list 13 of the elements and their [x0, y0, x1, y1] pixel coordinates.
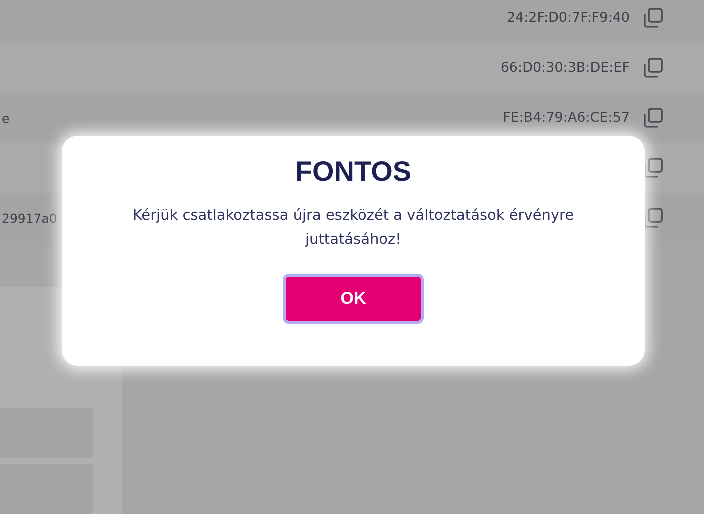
mac-address: FE:B4:79:A6:CE:57: [502, 110, 630, 126]
dialog-title: FONTOS: [295, 156, 412, 188]
copy-icon[interactable]: [642, 207, 664, 229]
dialog-message: Kérjük csatlakoztassa újra eszközét a változtatások érvényre juttatásához!: [132, 207, 576, 250]
copy-icon[interactable]: [642, 107, 664, 129]
device-name: 29917a0: [2, 210, 58, 226]
ok-button[interactable]: OK: [283, 274, 424, 324]
device-name: e: [2, 110, 10, 126]
copy-icon[interactable]: [642, 7, 664, 29]
copy-icon[interactable]: [642, 57, 664, 79]
mac-address: 66:D0:30:3B:DE:EF: [500, 60, 630, 76]
copy-icon[interactable]: [642, 157, 664, 179]
mac-address: 24:2F:D0:7F:F9:40: [506, 10, 630, 26]
